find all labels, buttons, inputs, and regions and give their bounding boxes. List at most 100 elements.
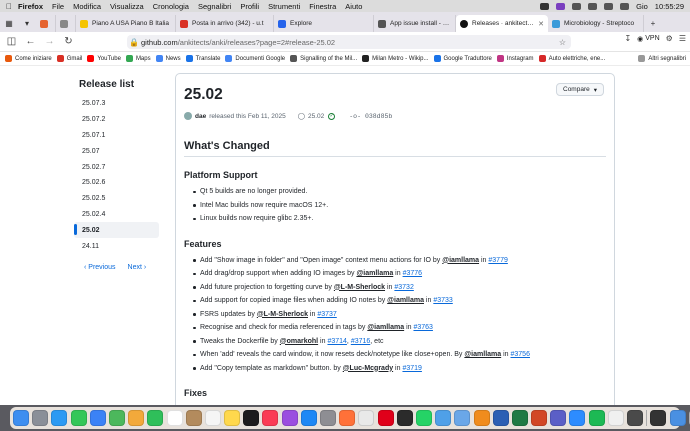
app-store-icon[interactable]: [300, 410, 317, 426]
pr-link[interactable]: #3714: [327, 338, 346, 345]
tab-app-issue[interactable]: App issue install - Supp: [374, 15, 456, 32]
bookmark-item[interactable]: Maps: [125, 55, 151, 62]
tab-posta[interactable]: Posta in arrivo (342) - u.t: [176, 15, 274, 32]
user-mention-link[interactable]: @L-M-Sherlock: [257, 311, 308, 318]
menu-app-name[interactable]: Firefox: [18, 2, 43, 11]
photos-icon[interactable]: [128, 410, 145, 426]
chrome-icon[interactable]: [358, 410, 375, 426]
pr-link[interactable]: #3763: [413, 324, 432, 331]
menu-cronologia[interactable]: Cronologia: [153, 2, 189, 11]
menu-visualizza[interactable]: Visualizza: [110, 2, 144, 11]
terminal-icon[interactable]: [396, 410, 413, 426]
bookmark-item[interactable]: Come iniziare: [5, 55, 52, 62]
powerpoint-icon[interactable]: [531, 410, 548, 426]
bookmark-item[interactable]: Signalling of the Mil...: [290, 55, 357, 62]
user-mention-link[interactable]: @iamllama: [367, 324, 404, 331]
control-center-icon[interactable]: [604, 2, 614, 10]
bookmark-item[interactable]: Auto elettriche, ene...: [538, 55, 605, 62]
facetime-icon[interactable]: [147, 410, 164, 426]
battery-icon[interactable]: [588, 2, 598, 10]
tab-microbiology[interactable]: Microbiology - Streptoco: [548, 15, 644, 32]
menu-aiuto[interactable]: Aiuto: [345, 2, 362, 11]
user-mention-link[interactable]: @Luc-Mcgrady: [343, 365, 393, 372]
tab-overview-icon[interactable]: ▦: [0, 15, 18, 32]
tab-explore[interactable]: Explore: [274, 15, 374, 32]
wifi-icon[interactable]: [572, 2, 582, 10]
user-mention-link[interactable]: @iamllama: [356, 270, 393, 277]
user-mention-link[interactable]: @iamllama: [442, 257, 479, 264]
preview-icon[interactable]: [454, 410, 471, 426]
downloads-icon[interactable]: ↧: [624, 34, 631, 43]
release-author[interactable]: dae: [195, 113, 206, 120]
release-list-item[interactable]: 25.02.4: [74, 207, 159, 223]
tab-piano[interactable]: Piano A USA Piano B Italia: [76, 15, 176, 32]
mail-icon[interactable]: [89, 410, 106, 426]
pr-link[interactable]: #3779: [488, 257, 507, 264]
siri-icon[interactable]: [620, 2, 630, 10]
pr-link[interactable]: #3716: [351, 338, 370, 345]
menu-file[interactable]: File: [52, 2, 64, 11]
textedit-icon[interactable]: [607, 410, 624, 426]
release-list-item[interactable]: 25.07.3: [74, 96, 159, 112]
tab-list-icon[interactable]: ▾: [18, 15, 36, 32]
finder-icon[interactable]: [13, 410, 29, 426]
reminders-icon[interactable]: [204, 410, 221, 426]
calendar-icon[interactable]: [166, 410, 183, 426]
close-icon[interactable]: ✕: [538, 20, 544, 28]
url-bar[interactable]: 🔒 github.com/ankitects/anki/releases?pag…: [127, 35, 571, 49]
pr-link[interactable]: #3719: [402, 365, 421, 372]
lock-icon[interactable]: 🔒: [127, 38, 141, 47]
forward-arrow-icon[interactable]: →: [42, 34, 57, 49]
release-list-item[interactable]: 25.07: [74, 143, 159, 159]
release-list-item[interactable]: 25.02.7: [74, 159, 159, 175]
tab-pinned-tiles[interactable]: [36, 15, 56, 32]
bookmark-item[interactable]: Translate: [185, 55, 220, 62]
sidebar-toggle-icon[interactable]: ◫: [4, 34, 19, 49]
contacts-icon[interactable]: [185, 410, 202, 426]
pr-link[interactable]: #3737: [317, 311, 336, 318]
calculator-icon[interactable]: [627, 410, 643, 426]
next-page-link[interactable]: Next ›: [128, 264, 147, 271]
shield-icon[interactable]: [556, 2, 566, 10]
bookmark-item[interactable]: Gmail: [56, 55, 82, 62]
clock-day[interactable]: Gio: [636, 2, 648, 11]
avatar[interactable]: [184, 112, 192, 120]
maps-icon[interactable]: [108, 410, 125, 426]
status-app-icon[interactable]: [540, 2, 550, 10]
podcasts-icon[interactable]: [281, 410, 298, 426]
reload-icon[interactable]: ↻: [61, 34, 76, 49]
new-tab-plus-icon[interactable]: +: [644, 15, 662, 32]
firefox-icon[interactable]: [339, 410, 356, 426]
menu-profili[interactable]: Profili: [240, 2, 259, 11]
messages-icon[interactable]: [70, 410, 87, 426]
notes-icon[interactable]: [224, 410, 241, 426]
release-list-item[interactable]: 25.02.5: [74, 191, 159, 207]
settings-icon[interactable]: [320, 410, 336, 426]
opera-icon[interactable]: [377, 410, 394, 426]
pr-link[interactable]: #3756: [511, 351, 530, 358]
bookmark-item[interactable]: Instagram: [496, 55, 534, 62]
back-arrow-icon[interactable]: ←: [23, 34, 38, 49]
commit-hash[interactable]: 038d85b: [365, 113, 392, 120]
safari-icon[interactable]: [51, 410, 68, 426]
menu-segnalibri[interactable]: Segnalibri: [198, 2, 231, 11]
bookmark-item[interactable]: Milan Metro - Wikip...: [362, 55, 429, 62]
bookmark-item[interactable]: Google Traduttore: [433, 55, 492, 62]
release-list-item[interactable]: 25.07.2: [74, 112, 159, 128]
pr-link[interactable]: #3732: [394, 284, 413, 291]
downloads-icon[interactable]: [669, 410, 686, 426]
pr-link[interactable]: #3733: [433, 297, 452, 304]
tab-releases[interactable]: Releases · ankitects/anki ✕: [456, 15, 548, 32]
zoom-icon[interactable]: [569, 410, 586, 426]
bookmark-item[interactable]: YouTube: [87, 55, 121, 62]
release-list-item[interactable]: 25.07.1: [74, 128, 159, 144]
user-mention-link[interactable]: @omarkohl: [280, 338, 318, 345]
bookmark-item[interactable]: Documenti Google: [225, 55, 285, 62]
tv-icon[interactable]: [243, 410, 260, 426]
release-list-item[interactable]: 24.11: [74, 238, 159, 254]
activity-icon[interactable]: [650, 410, 667, 426]
vlc-icon[interactable]: [473, 410, 490, 426]
bookmark-star-icon[interactable]: ☆: [559, 38, 566, 47]
menu-strumenti[interactable]: Strumenti: [268, 2, 300, 11]
word-icon[interactable]: [492, 410, 509, 426]
